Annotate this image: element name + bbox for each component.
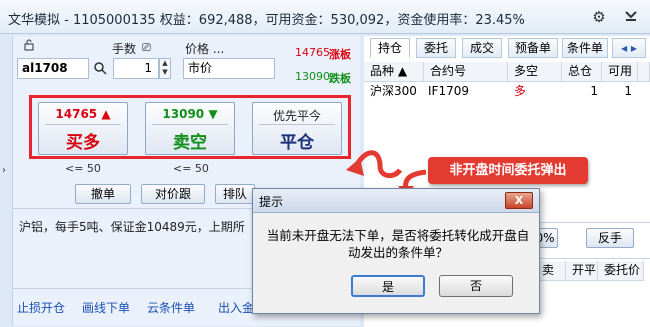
down-arrow-icon: ▼ bbox=[208, 107, 218, 121]
buy-price: 14765 bbox=[55, 107, 98, 121]
col-available[interactable]: 可用 bbox=[602, 62, 638, 82]
sell-price: 13090 bbox=[162, 107, 205, 121]
comment-icon[interactable]: ⎚ bbox=[142, 41, 151, 55]
prompt-dialog: 提示 X 当前未开盘无法下单，是否将委托转化成开盘自动发出的条件单？ 是 否 bbox=[252, 188, 540, 314]
gear-icon[interactable]: ⚙ bbox=[590, 8, 608, 26]
col-code[interactable]: 合约号 bbox=[424, 62, 508, 82]
no-button[interactable]: 否 bbox=[439, 275, 513, 297]
annotation-callout: 非开盘时间委托弹出 bbox=[428, 157, 588, 184]
close-icon[interactable]: X bbox=[505, 192, 533, 209]
qty-input[interactable]: 1 bbox=[113, 58, 159, 79]
qty-stepper[interactable]: ▲ ▼ bbox=[159, 58, 171, 79]
close-priority-label: 优先平今 bbox=[272, 109, 321, 123]
qty-label: 手数 bbox=[112, 42, 137, 56]
close-position-button[interactable]: 优先平今 平仓 bbox=[252, 102, 342, 155]
col-open-close[interactable]: 开平 bbox=[566, 261, 598, 281]
col-order-price[interactable]: 委托价 bbox=[598, 261, 644, 281]
chevron-down-icon[interactable] bbox=[622, 8, 640, 26]
contract-info: 沪铝，每手5吨、保证金10489元，上期所 bbox=[19, 220, 245, 234]
collapse-arrow-icon[interactable]: › bbox=[2, 165, 6, 176]
col-sell[interactable]: 卖 bbox=[536, 261, 566, 281]
stop-loss-open-link[interactable]: 止损开仓 bbox=[17, 299, 65, 316]
row-total: 1 bbox=[590, 84, 598, 98]
tab-trades[interactable]: 成交 bbox=[462, 38, 502, 58]
col-total[interactable]: 总仓 bbox=[562, 62, 602, 82]
row-name: 沪深300 bbox=[370, 84, 417, 98]
sell-short-label: 卖空 bbox=[173, 133, 207, 153]
tab-positions[interactable]: 持仓 bbox=[370, 38, 410, 58]
buy-limit-text: <= 50 bbox=[65, 162, 101, 175]
limit-down-price: 13090 bbox=[295, 70, 330, 83]
close-position-label: 平仓 bbox=[280, 133, 314, 153]
lock-icon[interactable] bbox=[23, 39, 35, 54]
row-code: IF1709 bbox=[428, 84, 469, 98]
buy-long-label: 买多 bbox=[66, 133, 100, 153]
row-side: 多 bbox=[514, 84, 527, 98]
search-icon[interactable] bbox=[93, 61, 107, 78]
counter-price-button[interactable]: 对价跟 bbox=[141, 184, 205, 204]
cloud-condition-link[interactable]: 云条件单 bbox=[147, 299, 195, 316]
dialog-titlebar: 提示 X bbox=[253, 189, 539, 213]
tab-orders[interactable]: 委托 bbox=[416, 38, 456, 58]
dialog-message: 当前未开盘无法下单，是否将委托转化成开盘自动发出的条件单？ bbox=[266, 228, 530, 260]
tab-prepared[interactable]: 预备单 bbox=[508, 38, 558, 58]
deposit-withdraw-link[interactable]: 出入金 bbox=[218, 299, 254, 316]
limit-up-price: 14765 bbox=[295, 46, 330, 59]
tab-scroll-arrows[interactable]: ◂ ▸ bbox=[612, 38, 646, 58]
contract-input[interactable]: al1708 bbox=[17, 58, 89, 79]
col-side[interactable]: 多空 bbox=[508, 62, 562, 82]
account-summary: 文华模拟 - 1105000135 权益：692,488，可用资金：530,09… bbox=[8, 13, 525, 28]
limit-up-label: 涨板 bbox=[329, 48, 351, 61]
yes-button[interactable]: 是 bbox=[351, 275, 425, 297]
dialog-title: 提示 bbox=[259, 195, 284, 209]
price-type-select[interactable]: 市价 bbox=[183, 58, 275, 79]
queue-button[interactable]: 排队 bbox=[215, 184, 255, 204]
reverse-button[interactable]: 反手 bbox=[586, 228, 634, 248]
up-arrow-icon: ▲ bbox=[101, 107, 111, 121]
buy-long-button[interactable]: 14765 ▲ 买多 bbox=[38, 102, 128, 155]
col-name[interactable]: 品种 ▲ bbox=[364, 62, 424, 82]
sell-short-button[interactable]: 13090 ▼ 卖空 bbox=[145, 102, 235, 155]
row-available: 1 bbox=[624, 84, 632, 98]
order-buttons-highlight: 14765 ▲ 买多 13090 ▼ 卖空 优先平今 平仓 bbox=[29, 95, 351, 159]
limit-down-label: 跌板 bbox=[329, 72, 351, 85]
title-bar: 文华模拟 - 1105000135 权益：692,488，可用资金：530,09… bbox=[0, 0, 650, 34]
cancel-order-button[interactable]: 撤单 bbox=[75, 184, 131, 204]
draw-line-order-link[interactable]: 画线下单 bbox=[82, 299, 130, 316]
price-label: 价格 ... bbox=[185, 42, 225, 56]
sell-limit-text: <= 50 bbox=[173, 162, 209, 175]
tab-conditional[interactable]: 条件单 bbox=[562, 38, 608, 58]
